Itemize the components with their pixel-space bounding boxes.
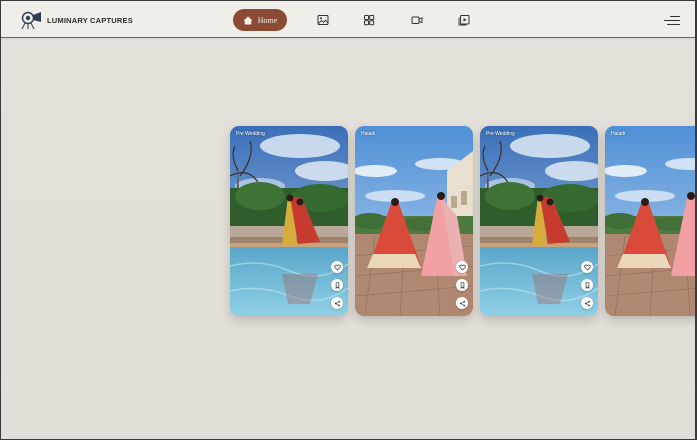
play-gallery-icon[interactable] (458, 14, 470, 26)
app-window: LUMINARY CAPTURES Home Pre Wedding Halad… (0, 0, 697, 440)
menu-line-icon (667, 24, 680, 26)
brand-name: LUMINARY CAPTURES (47, 16, 133, 25)
menu-line-icon (670, 16, 680, 18)
heart-icon (333, 264, 341, 270)
card-category-tag: Haladi (361, 131, 376, 137)
save-button[interactable] (456, 279, 468, 291)
top-navbar: LUMINARY CAPTURES Home (1, 1, 695, 38)
bookmark-icon (335, 281, 339, 289)
gallery-card[interactable]: Pre Wedding (230, 126, 348, 316)
like-button[interactable] (456, 261, 468, 273)
save-button[interactable] (331, 279, 343, 291)
card-category-tag: Haladi (611, 131, 626, 137)
gallery-card[interactable]: Pre Wedding (480, 126, 598, 316)
gallery-card[interactable]: Haladi (355, 126, 473, 316)
bookmark-icon (585, 281, 589, 289)
video-icon[interactable] (411, 14, 423, 26)
share-button[interactable] (456, 297, 468, 309)
bookmark-icon (460, 281, 464, 289)
hamburger-menu-button[interactable] (664, 16, 680, 26)
share-icon (584, 300, 590, 306)
image-icon[interactable] (317, 14, 329, 26)
camera-logo-icon (21, 11, 41, 30)
nav-home-button[interactable]: Home (233, 9, 287, 31)
like-button[interactable] (581, 261, 593, 273)
heart-icon (458, 264, 466, 270)
share-icon (334, 300, 340, 306)
save-button[interactable] (581, 279, 593, 291)
share-icon (459, 300, 465, 306)
brand-logo[interactable]: LUMINARY CAPTURES (19, 10, 133, 30)
nav-home-label: Home (257, 15, 278, 25)
grid-icon[interactable] (363, 14, 375, 26)
card-category-tag: Pre Wedding (236, 131, 265, 137)
home-icon (243, 16, 253, 24)
like-button[interactable] (331, 261, 343, 273)
heart-icon (583, 264, 591, 270)
card-photo (605, 126, 695, 316)
menu-line-icon (664, 20, 680, 22)
share-button[interactable] (331, 297, 343, 309)
gallery-card[interactable]: Haladi (605, 126, 695, 316)
card-category-tag: Pre Wedding (486, 131, 515, 137)
share-button[interactable] (581, 297, 593, 309)
